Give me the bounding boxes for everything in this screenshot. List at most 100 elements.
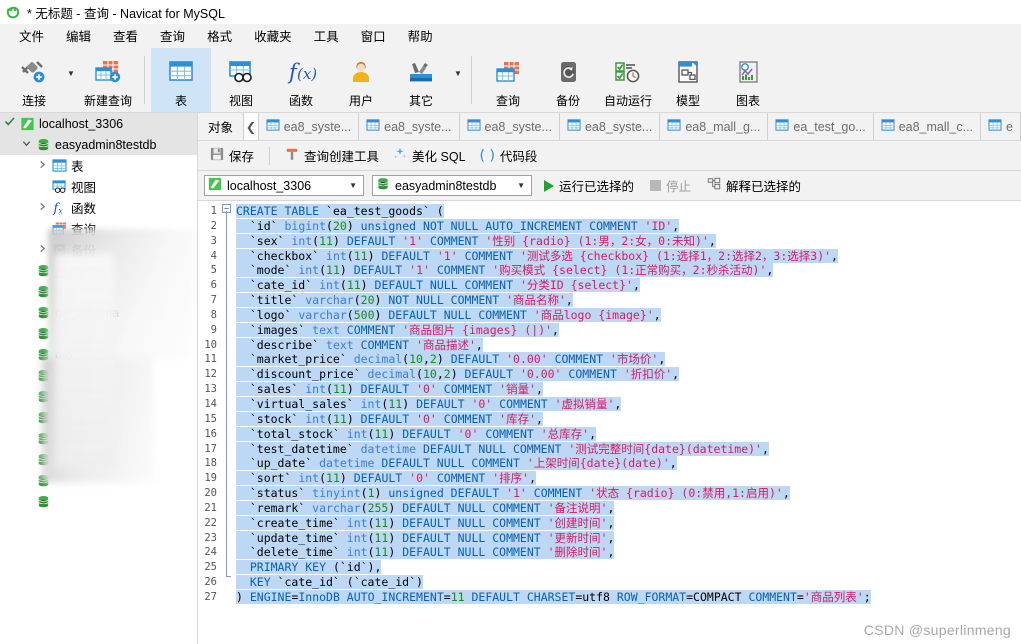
code-line[interactable]: `sort` int(11) DEFAULT '0' COMMENT '排序', xyxy=(236,471,1021,486)
tree-row[interactable]: 视图 xyxy=(0,176,197,197)
code-line[interactable]: `update_time` int(11) DEFAULT NULL COMME… xyxy=(236,530,1021,546)
toolbar-query-button[interactable]: 查询 xyxy=(478,48,538,112)
code-line[interactable]: `cate_id` int(11) DEFAULT NULL COMMENT '… xyxy=(236,278,1021,293)
sql-editor[interactable]: 1 2 3 4 5 6 7 8 9 10 11 12 13 14 15 16 17 18 19 20 21 22 23 24 2… xyxy=(198,201,1021,644)
menu-window[interactable]: 窗口 xyxy=(350,23,397,48)
database-icon xyxy=(36,327,51,341)
toolbar-table-button[interactable]: 表 xyxy=(151,48,211,112)
tree-row[interactable]: _schema xyxy=(0,260,197,281)
tree-row[interactable]: 表 xyxy=(0,155,197,176)
code-line[interactable]: `status` tinyint(1) unsigned DEFAULT '1'… xyxy=(236,486,1021,501)
menu-favorites[interactable]: 收藏夹 xyxy=(243,23,303,48)
chevron-right-icon[interactable] xyxy=(36,244,48,256)
connection-select[interactable]: localhost_3306 ▼ xyxy=(204,175,364,196)
tree-row[interactable] xyxy=(0,323,197,344)
toolbar-new-query-button[interactable]: 新建查询 xyxy=(78,48,138,112)
document-tab[interactable]: ea_test_go... xyxy=(768,113,874,140)
sidebar-tree[interactable]: localhost_3306 easyadmin8testdb 表视图 f x 函数 查询备… xyxy=(0,113,198,644)
code-line[interactable]: `market_price` decimal(10,2) DEFAULT '0.… xyxy=(236,352,1021,367)
document-tab[interactable]: ea8_syste... xyxy=(359,113,460,140)
code-line[interactable]: `checkbox` int(11) DEFAULT '1' COMMENT '… xyxy=(236,248,1021,264)
explain-selected-button[interactable]: 解释已选择的 xyxy=(703,174,805,197)
beautify-sql-button[interactable]: 美化 SQL xyxy=(389,144,470,167)
tree-row[interactable] xyxy=(0,386,197,407)
code-line[interactable]: ) ENGINE=InnoDB AUTO_INCREMENT=11 DEFAUL… xyxy=(236,589,1021,605)
document-tab[interactable]: ea8_syste... xyxy=(259,113,360,140)
code-line[interactable]: `delete_time` int(11) DEFAULT NULL COMME… xyxy=(236,545,1021,560)
sql-code[interactable]: CREATE TABLE `ea_test_goods` ( `id` bigi… xyxy=(234,201,1021,644)
tree-row[interactable] xyxy=(0,470,197,491)
code-line[interactable]: PRIMARY KEY (`id`), xyxy=(236,560,1021,575)
toolbar-connection-button[interactable]: 连接 xyxy=(4,48,64,112)
tree-row[interactable] xyxy=(0,428,197,449)
tree-row[interactable] xyxy=(0,407,197,428)
menu-help[interactable]: 帮助 xyxy=(397,23,444,48)
code-line[interactable]: `sales` int(11) DEFAULT '0' COMMENT '销量'… xyxy=(236,382,1021,397)
toolbar-connection-caret-icon[interactable]: ▼ xyxy=(64,48,78,112)
document-tab[interactable]: ea8_mall_g... xyxy=(660,113,769,140)
code-line[interactable]: `create_time` int(11) DEFAULT NULL COMME… xyxy=(236,515,1021,531)
code-line[interactable]: KEY `cate_id` (`cate_id`) xyxy=(236,575,1021,590)
tree-row[interactable] xyxy=(0,449,197,470)
tree-row[interactable]: f x 函数 xyxy=(0,197,197,218)
document-tab[interactable]: ea8_syste... xyxy=(460,113,560,140)
save-button[interactable]: 保存 xyxy=(206,144,258,167)
code-line[interactable]: `up_date` datetime DEFAULT NULL COMMENT … xyxy=(236,456,1021,471)
database-select[interactable]: easyadmin8testdb ▼ xyxy=(372,175,532,196)
toolbar-automation-button[interactable]: 自动运行 xyxy=(598,48,658,112)
tab-objects[interactable]: 对象 xyxy=(198,113,244,140)
code-line[interactable]: `total_stock` int(11) DEFAULT '0' COMMEN… xyxy=(236,426,1021,442)
stop-button[interactable]: 停止 xyxy=(646,174,695,197)
menu-file[interactable]: 文件 xyxy=(8,23,55,48)
code-line[interactable]: CREATE TABLE `ea_test_goods` ( xyxy=(236,204,1021,219)
code-line[interactable]: `sex` int(11) DEFAULT '1' COMMENT '性别 {r… xyxy=(236,233,1021,249)
tree-row[interactable]: ce_schema xyxy=(0,302,197,323)
code-snippet-button[interactable]: ( ) 代码段 xyxy=(476,144,542,167)
toolbar-model-button[interactable]: 模型 xyxy=(658,48,718,112)
code-fold-column[interactable]: − xyxy=(220,201,234,644)
code-line[interactable]: `images` text COMMENT '商品图片 {images} (|)… xyxy=(236,322,1021,338)
chevron-right-icon[interactable] xyxy=(36,202,48,214)
code-line[interactable]: `remark` varchar(255) DEFAULT NULL COMME… xyxy=(236,500,1021,516)
chevron-down-icon-2[interactable]: ▼ xyxy=(514,181,528,190)
query-builder-button[interactable]: 查询创建工具 xyxy=(281,144,383,167)
toolbar-user-button[interactable]: 用户 xyxy=(331,48,391,112)
code-line[interactable]: `stock` int(11) DEFAULT '0' COMMENT '库存'… xyxy=(236,411,1021,427)
check-icon[interactable] xyxy=(4,117,16,130)
toolbar-function-button[interactable]: f (x) 函数 xyxy=(271,48,331,112)
tree-row[interactable] xyxy=(0,281,197,302)
document-tab[interactable]: ea8_syste... xyxy=(560,113,661,140)
menu-query[interactable]: 查询 xyxy=(149,23,196,48)
menu-tools[interactable]: 工具 xyxy=(303,23,350,48)
tree-row[interactable] xyxy=(0,365,197,386)
tree-row[interactable]: 备份 xyxy=(0,239,197,260)
chevron-left-icon[interactable]: ❮ xyxy=(244,113,259,140)
chevron-right-icon[interactable] xyxy=(36,160,48,172)
toolbar-view-button[interactable]: 视图 xyxy=(211,48,271,112)
tree-row[interactable]: 查询 xyxy=(0,218,197,239)
code-line[interactable]: `describe` text COMMENT '商品描述', xyxy=(236,337,1021,353)
tree-row[interactable] xyxy=(0,491,197,512)
code-line[interactable]: `id` bigint(20) unsigned NOT NULL AUTO_I… xyxy=(236,218,1021,234)
menu-edit[interactable]: 编辑 xyxy=(55,23,102,48)
document-tab[interactable]: ea8_mall_c... xyxy=(874,113,982,140)
document-tab[interactable]: e xyxy=(981,113,1021,140)
toolbar-others-button[interactable]: 其它 xyxy=(391,48,451,112)
toolbar-backup-button[interactable]: 备份 xyxy=(538,48,598,112)
tree-row[interactable]: easyadmin8testdb xyxy=(0,134,197,155)
menu-format[interactable]: 格式 xyxy=(196,23,243,48)
code-line[interactable]: `title` varchar(20) NOT NULL COMMENT '商品… xyxy=(236,293,1021,308)
code-line[interactable]: `discount_price` decimal(10,2) DEFAULT '… xyxy=(236,367,1021,382)
chevron-down-icon[interactable]: ▼ xyxy=(346,181,360,190)
code-line[interactable]: `logo` varchar(500) DEFAULT NULL COMMENT… xyxy=(236,307,1021,323)
toolbar-others-caret-icon[interactable]: ▼ xyxy=(451,48,465,112)
code-line[interactable]: `mode` int(11) DEFAULT '1' COMMENT '购买模式… xyxy=(236,263,1021,278)
toolbar-chart-button[interactable]: 图表 xyxy=(718,48,778,112)
tree-row[interactable]: localhost_3306 xyxy=(0,113,197,134)
code-line[interactable]: `test_datetime` datetime DEFAULT NULL CO… xyxy=(236,441,1021,457)
tree-row[interactable]: mo xyxy=(0,344,197,365)
chevron-down-icon[interactable] xyxy=(20,139,32,151)
run-selected-button[interactable]: 运行已选择的 xyxy=(540,174,638,197)
code-line[interactable]: `virtual_sales` int(11) DEFAULT '0' COMM… xyxy=(236,396,1021,412)
menu-view[interactable]: 查看 xyxy=(102,23,149,48)
